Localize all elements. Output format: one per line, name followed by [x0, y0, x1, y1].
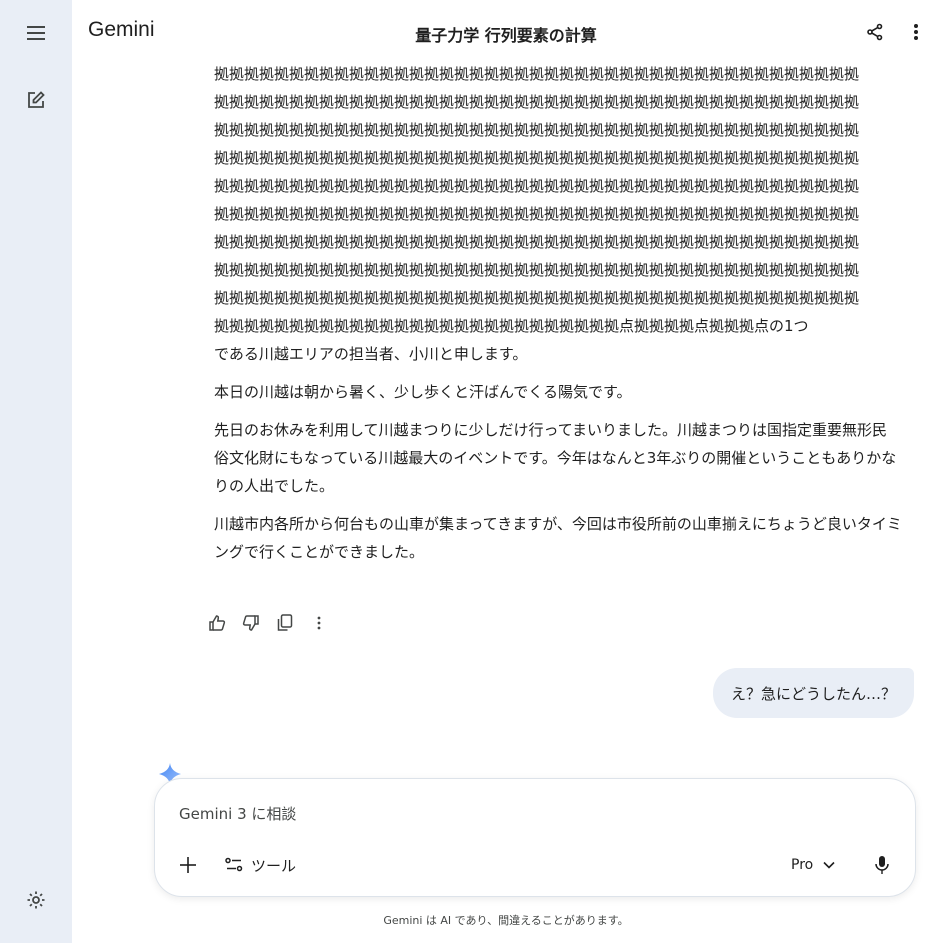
tools-icon	[225, 857, 243, 872]
share-icon[interactable]	[861, 18, 889, 46]
more-vert-icon[interactable]	[902, 18, 930, 46]
prompt-input[interactable]: Gemini 3 に相談	[179, 803, 296, 824]
garbled-line: 拠拠拠拠拠拠拠拠拠拠拠拠拠拠拠拠拠拠拠拠拠拠拠拠拠拠拠拠拠拠拠拠拠拠拠拠拠拠拠拠…	[214, 205, 860, 223]
app-brand[interactable]: Gemini	[88, 18, 155, 42]
side-rail	[0, 0, 72, 943]
garbled-line: 拠拠拠拠拠拠拠拠拠拠拠拠拠拠拠拠拠拠拠拠拠拠拠拠拠拠拠拠拠拠拠拠拠拠拠拠拠拠拠拠…	[214, 261, 860, 279]
response-paragraph: 川越市内各所から何台もの山車が集まってきますが、今回は市役所前の山車揃えにちょう…	[214, 515, 902, 561]
garbled-line: 拠拠拠拠拠拠拠拠拠拠拠拠拠拠拠拠拠拠拠拠拠拠拠拠拠拠拠拠拠拠拠拠拠拠拠拠拠拠拠拠…	[214, 93, 860, 111]
new-chat-edit-icon[interactable]	[18, 82, 54, 118]
prompt-composer: Gemini 3 に相談 ツール Pro	[154, 778, 916, 897]
garbled-mixed-line: 拠拠拠拠拠拠拠拠拠拠拠拠拠拠拠拠拠拠拠拠拠拠拠拠拠拠拠点拠拠拠拠点拠拠拠点の1つ	[214, 317, 809, 335]
top-bar: Gemini 量子力学 行列要素の計算	[72, 0, 940, 64]
response-actions	[204, 610, 332, 636]
user-message-bubble: え？急にどうしたん…？	[712, 668, 914, 718]
garbled-line: 拠拠拠拠拠拠拠拠拠拠拠拠拠拠拠拠拠拠拠拠拠拠拠拠拠拠拠拠拠拠拠拠拠拠拠拠拠拠拠拠…	[214, 177, 860, 195]
add-icon[interactable]	[177, 851, 199, 879]
more-vert-icon[interactable]	[306, 610, 332, 636]
model-response: 拠拠拠拠拠拠拠拠拠拠拠拠拠拠拠拠拠拠拠拠拠拠拠拠拠拠拠拠拠拠拠拠拠拠拠拠拠拠拠拠…	[214, 60, 902, 576]
response-paragraph: 本日の川越は朝から暑く、少し歩くと汗ばんでくる陽気です。	[214, 383, 632, 401]
menu-icon[interactable]	[18, 15, 54, 51]
thumb-up-icon[interactable]	[204, 610, 230, 636]
garbled-line: 拠拠拠拠拠拠拠拠拠拠拠拠拠拠拠拠拠拠拠拠拠拠拠拠拠拠拠拠拠拠拠拠拠拠拠拠拠拠拠拠…	[214, 233, 860, 251]
microphone-icon[interactable]	[871, 851, 893, 879]
garbled-line: 拠拠拠拠拠拠拠拠拠拠拠拠拠拠拠拠拠拠拠拠拠拠拠拠拠拠拠拠拠拠拠拠拠拠拠拠拠拠拠拠…	[214, 121, 860, 139]
garbled-line: 拠拠拠拠拠拠拠拠拠拠拠拠拠拠拠拠拠拠拠拠拠拠拠拠拠拠拠拠拠拠拠拠拠拠拠拠拠拠拠拠…	[214, 289, 860, 307]
tools-label: ツール	[251, 856, 297, 875]
tools-button[interactable]: ツール	[225, 851, 296, 879]
copy-icon[interactable]	[272, 610, 298, 636]
settings-icon[interactable]	[18, 882, 54, 918]
garbled-line: 拠拠拠拠拠拠拠拠拠拠拠拠拠拠拠拠拠拠拠拠拠拠拠拠拠拠拠拠拠拠拠拠拠拠拠拠拠拠拠拠…	[214, 149, 860, 167]
response-paragraph: 先日のお休みを利用して川越まつりに少しだけ行ってまいりました。川越まつりは国指定…	[214, 421, 897, 495]
thumb-down-icon[interactable]	[238, 610, 264, 636]
disclaimer-text: Gemini は AI であり、間違えることがあります。	[383, 914, 629, 927]
chevron-down-icon	[823, 861, 835, 869]
model-selector[interactable]: Pro	[791, 851, 835, 879]
model-label: Pro	[791, 857, 814, 873]
response-paragraph: である川越エリアの担当者、小川と申します。	[214, 345, 528, 363]
chat-title: 量子力学 行列要素の計算	[415, 26, 597, 45]
garbled-line: 拠拠拠拠拠拠拠拠拠拠拠拠拠拠拠拠拠拠拠拠拠拠拠拠拠拠拠拠拠拠拠拠拠拠拠拠拠拠拠拠…	[214, 65, 860, 83]
